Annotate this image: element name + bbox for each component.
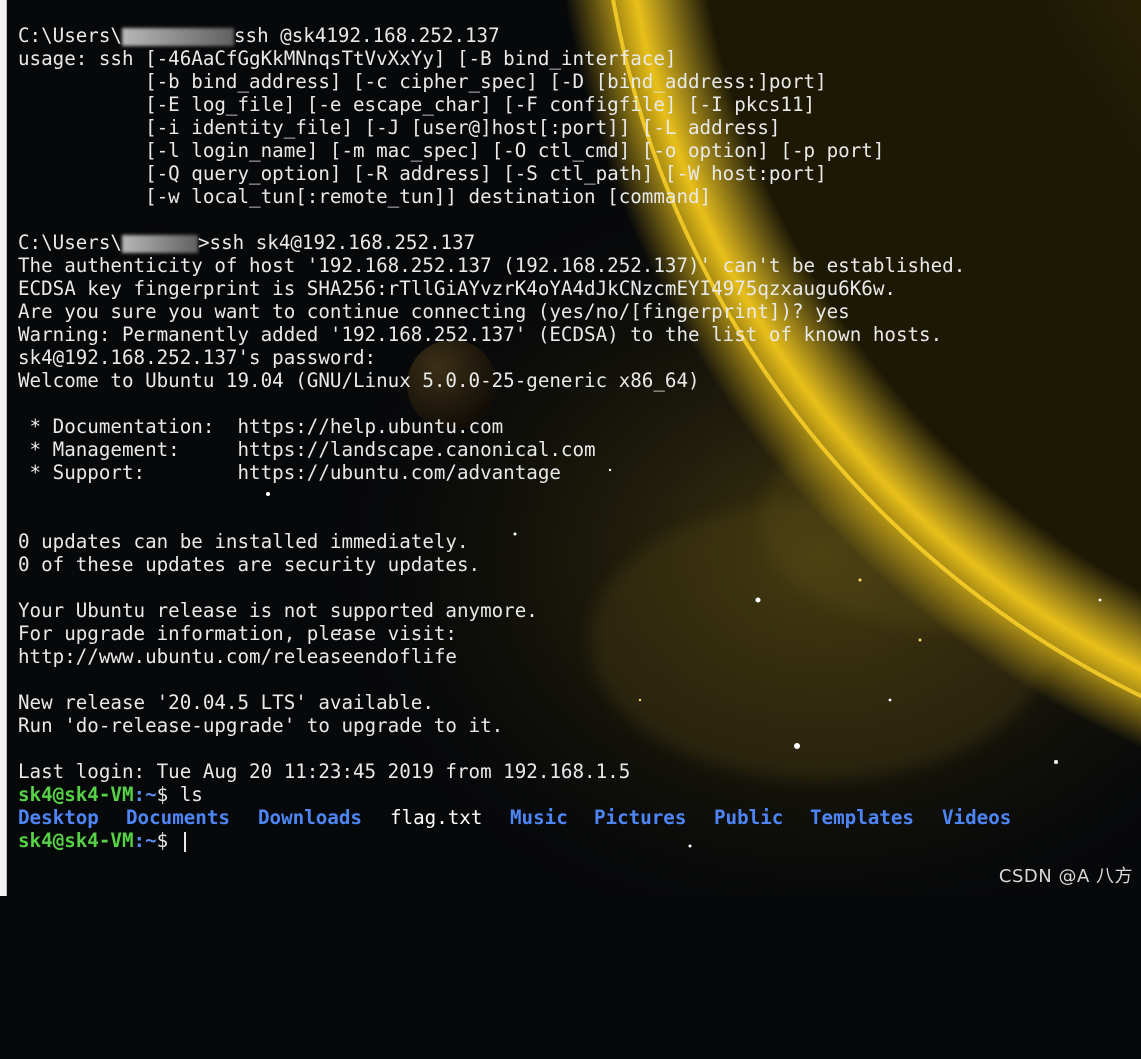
usage-line: [-b bind_address] [-c cipher_spec] [-D [… <box>18 70 827 93</box>
ls-entry-pictures: Pictures <box>594 806 687 829</box>
session-line: ECDSA key fingerprint is SHA256:rTllGiAY… <box>18 277 896 300</box>
prompt-symbol: $ <box>156 829 180 852</box>
ssh-command: ssh @sk4192.168.252.137 <box>233 24 500 47</box>
prompt-user: sk4@sk4-VM <box>18 829 134 852</box>
docs-line: * Management: https://landscape.canonica… <box>18 438 596 461</box>
shell-prompt-line: sk4@sk4-VM:~$ ls <box>18 783 203 806</box>
prompt-line-ssh-usage: C:\Users\ ssh @sk4192.168.252.137 <box>18 24 500 47</box>
session-line: Warning: Permanently added '192.168.252.… <box>18 323 943 346</box>
shell-prompt-active[interactable]: sk4@sk4-VM:~$ <box>18 829 186 852</box>
usage-line: [-w local_tun[:remote_tun]] destination … <box>18 185 712 208</box>
ls-entry-downloads: Downloads <box>258 806 362 829</box>
ls-output-line: Desktop Documents Downloads flag.txt Mus… <box>18 806 1138 829</box>
ls-entry-public: Public <box>714 806 784 829</box>
prompt-line-ssh-connect: C:\Users\ >ssh sk4@192.168.252.137 <box>18 231 475 254</box>
prompt-symbol: $ <box>156 783 180 806</box>
session-line: Are you sure you want to continue connec… <box>18 300 850 323</box>
docs-line: * Documentation: https://help.ubuntu.com <box>18 415 504 438</box>
usage-line: usage: ssh [-46AaCfGgKkMNnqsTtVvXxYy] [-… <box>18 47 677 70</box>
session-line: The authenticity of host '192.168.252.13… <box>18 254 966 277</box>
text-cursor[interactable] <box>183 831 186 852</box>
csdn-watermark: CSDN @A 八方 <box>998 866 1133 887</box>
ssh-command: >ssh sk4@192.168.252.137 <box>197 231 476 254</box>
updates-line: 0 updates can be installed immediately. <box>18 530 469 553</box>
typed-command: ls <box>179 783 203 806</box>
ls-entry-music: Music <box>510 806 568 829</box>
session-line: Welcome to Ubuntu 19.04 (GNU/Linux 5.0.0… <box>18 369 700 392</box>
ls-entry-videos: Videos <box>942 806 1012 829</box>
redacted-username <box>121 234 198 253</box>
redacted-username <box>121 27 234 46</box>
upgrade-line: Run 'do-release-upgrade' to upgrade to i… <box>18 714 504 737</box>
ls-entry-desktop: Desktop <box>18 806 99 829</box>
terminal-output[interactable]: C:\Users\ ssh @sk4192.168.252.137 usage: … <box>0 0 1141 896</box>
release-line: http://www.ubuntu.com/releaseendoflife <box>18 645 457 668</box>
usage-line: [-i identity_file] [-J [user@]host[:port… <box>18 116 781 139</box>
prompt-path: :~ <box>133 783 157 806</box>
release-line: Your Ubuntu release is not supported any… <box>18 599 538 622</box>
usage-line: [-l login_name] [-m mac_spec] [-O ctl_cm… <box>18 139 885 162</box>
ls-entry-flag-txt: flag.txt <box>390 806 483 829</box>
updates-line: 0 of these updates are security updates. <box>18 553 481 576</box>
upgrade-line: New release '20.04.5 LTS' available. <box>18 691 434 714</box>
ls-entry-templates: Templates <box>810 806 914 829</box>
prompt-prefix: C:\Users\ <box>18 231 122 254</box>
session-line: sk4@192.168.252.137's password: <box>18 346 377 369</box>
usage-line: [-E log_file] [-e escape_char] [-F confi… <box>18 93 816 116</box>
docs-line: * Support: https://ubuntu.com/advantage <box>18 461 561 484</box>
prompt-path: :~ <box>133 829 157 852</box>
release-line: For upgrade information, please visit: <box>18 622 457 645</box>
prompt-user: sk4@sk4-VM <box>18 783 134 806</box>
ls-entry-documents: Documents <box>126 806 230 829</box>
usage-line: [-Q query_option] [-R address] [-S ctl_p… <box>18 162 827 185</box>
prompt-prefix: C:\Users\ <box>18 24 122 47</box>
last-login-line: Last login: Tue Aug 20 11:23:45 2019 fro… <box>18 760 631 783</box>
